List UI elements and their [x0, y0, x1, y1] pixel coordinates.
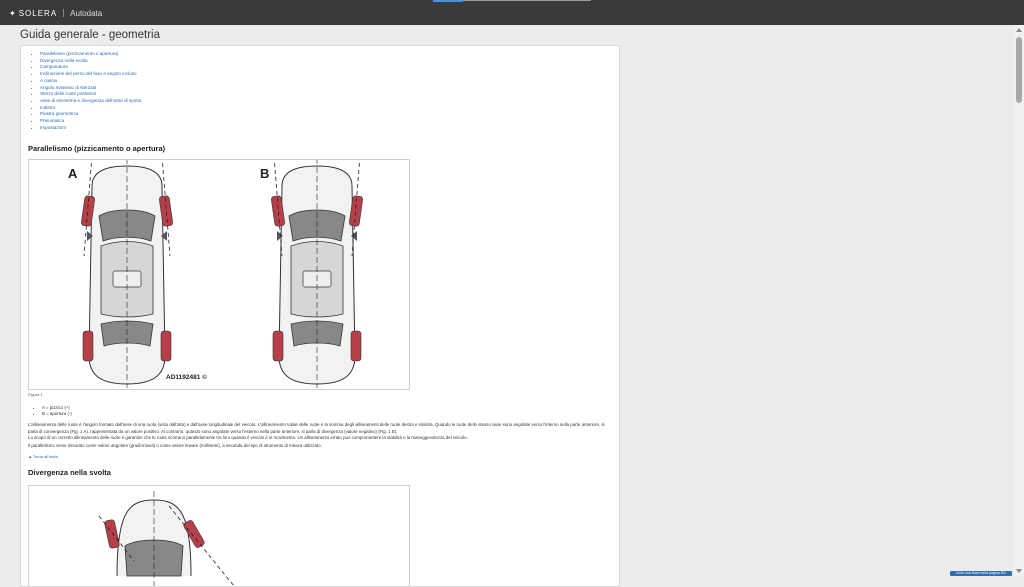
paragraph: L'allineamento delle ruote è l'angolo fo…: [28, 422, 605, 434]
active-tab-indicator: [433, 0, 463, 2]
toc-link[interactable]: Divergenza nella svolta: [40, 58, 88, 63]
toc-item[interactable]: Indietro: [40, 105, 141, 112]
top-bar: ✦ SOLERA Autodata: [0, 0, 1024, 25]
section-title-toe: Parallelismo (pizzicamento o apertura): [28, 144, 166, 153]
toc-link[interactable]: Impostazioni: [40, 125, 66, 130]
toc-link[interactable]: Parallelismo (pizzicamento o apertura): [40, 51, 118, 56]
paragraph: Il parallelismo viene misurato come valo…: [28, 443, 322, 448]
toc-item[interactable]: Pneumatica: [40, 118, 141, 125]
product-name: Autodata: [70, 8, 103, 18]
scroll-down-arrow-icon[interactable]: [1016, 569, 1022, 573]
toc-link[interactable]: Piastra geometrica: [40, 111, 78, 116]
feedback-badge[interactable]: Invia una linea nella pagina iEx: [950, 571, 1012, 576]
toc-item[interactable]: Divergenza nella svolta: [40, 58, 141, 65]
car-toe-out: [271, 160, 363, 388]
toc-item[interactable]: Impostazioni: [40, 125, 141, 132]
vertical-scrollbar[interactable]: [1014, 25, 1024, 576]
toc-link[interactable]: Angolo massimo di sterzata: [40, 85, 96, 90]
figure-legend: A = pizzico (+) B = apertura (-): [36, 405, 72, 417]
table-of-contents: Parallelismo (pizzicamento o apertura) D…: [32, 51, 141, 131]
solera-star-icon: ✦: [9, 8, 17, 18]
car-toe-in: [81, 160, 173, 388]
toc-item[interactable]: Campanatura: [40, 64, 141, 71]
toc-link[interactable]: Campanatura: [40, 64, 68, 69]
tab-strip-line: [463, 0, 591, 1]
figure-caption: Figura 1: [28, 392, 43, 397]
turning-diagram: [98, 491, 235, 586]
toc-link[interactable]: A cascia: [40, 78, 57, 83]
page-title: Guida generale - geometria: [20, 29, 160, 41]
toc-item[interactable]: Inclinazione del perno del fuso e angolo…: [40, 71, 141, 78]
toc-link[interactable]: Sterzo delle ruote posteriori: [40, 91, 96, 96]
toc-link[interactable]: Pneumatica: [40, 118, 64, 123]
toc-link[interactable]: Inclinazione del perno del fuso e angolo…: [40, 71, 137, 76]
back-to-top-link[interactable]: ▲ Torna all'inizio: [28, 454, 58, 459]
figure-toe: A B AD1192481 ©: [28, 159, 410, 390]
legend-item: B = apertura (-): [42, 411, 72, 417]
scrollbar-thumb[interactable]: [1016, 37, 1022, 103]
figure-code: AD1192481 ©: [166, 374, 207, 381]
toc-item[interactable]: Sterzo delle ruote posteriori: [40, 91, 141, 98]
section-title-turning: Divergenza nella svolta: [28, 468, 111, 477]
scroll-up-arrow-icon[interactable]: [1016, 28, 1022, 32]
paragraph: Lo scopo di un corretto allineamento del…: [28, 435, 468, 440]
toc-item[interactable]: Angolo massimo di sterzata: [40, 85, 141, 92]
toc-item[interactable]: A cascia: [40, 78, 141, 85]
toc-item[interactable]: Asse di simmetria e divergenza dell'asse…: [40, 98, 141, 105]
brand-logo[interactable]: ✦ SOLERA Autodata: [9, 8, 102, 18]
toc-link[interactable]: Indietro: [40, 105, 55, 110]
toe-diagram: [81, 160, 363, 388]
figure-turning: [28, 485, 410, 586]
toc-link[interactable]: Asse di simmetria e divergenza dell'asse…: [40, 98, 141, 103]
content-panel: Parallelismo (pizzicamento o apertura) D…: [20, 45, 620, 587]
brand-divider: [63, 9, 65, 17]
toc-item[interactable]: Piastra geometrica: [40, 111, 141, 118]
toc-item[interactable]: Parallelismo (pizzicamento o apertura): [40, 51, 141, 58]
brand-name: SOLERA: [18, 8, 58, 18]
